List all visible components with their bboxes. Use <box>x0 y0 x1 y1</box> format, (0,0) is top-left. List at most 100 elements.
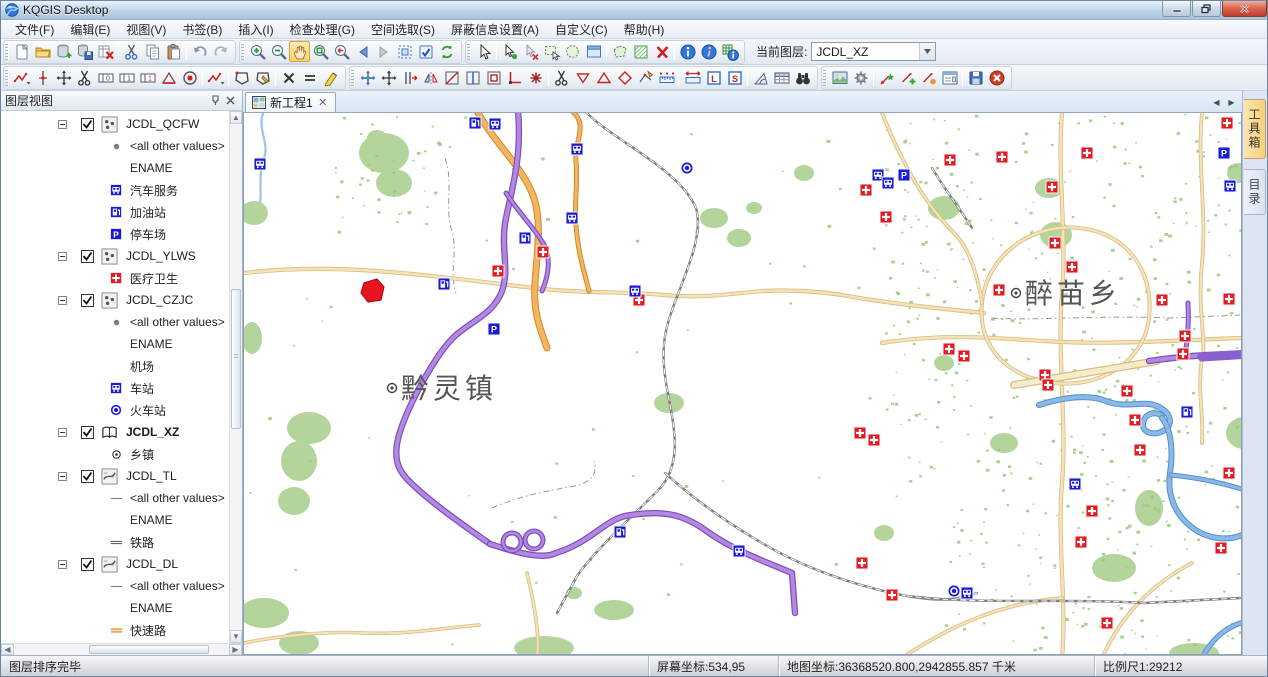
legend-item[interactable]: 汽车服务 <box>1 179 229 201</box>
toolbar-grip[interactable] <box>5 70 9 86</box>
tool-info-button[interactable] <box>677 41 698 62</box>
legend-item[interactable]: <all other values> <box>1 575 229 597</box>
tool-nav-back-button[interactable] <box>352 41 373 62</box>
tool-sketch-button[interactable] <box>11 67 32 88</box>
menu-书签B[interactable]: 书签(B) <box>174 19 230 40</box>
tool-vtx-move-button[interactable] <box>876 67 897 88</box>
tool-close-table-button[interactable] <box>95 41 116 62</box>
toolbar-grip[interactable] <box>241 44 245 60</box>
expander-icon[interactable] <box>58 252 67 261</box>
layer-row-JCDL_YLWS[interactable]: JCDL_YLWS <box>1 245 229 267</box>
tool-zoom-in-button[interactable] <box>247 41 268 62</box>
tool-vtx-add-button[interactable] <box>897 67 918 88</box>
tool-box-diag-button[interactable] <box>441 67 462 88</box>
chevron-down-icon[interactable] <box>919 43 935 60</box>
tool-zoom-full-button[interactable] <box>310 41 331 62</box>
tab-close-icon[interactable]: ✕ <box>317 96 329 109</box>
tool-vertex-pen-button[interactable] <box>635 67 656 88</box>
tool-box-s-button[interactable]: S <box>724 67 745 88</box>
tool-box-split-button[interactable] <box>462 67 483 88</box>
tool-undo-button[interactable] <box>189 41 210 62</box>
layer-visibility-checkbox[interactable] <box>81 426 94 439</box>
tool-trace-tri-button[interactable] <box>158 67 179 88</box>
legend-item[interactable]: 医疗卫生 <box>1 267 229 289</box>
menu-视图V[interactable]: 视图(V) <box>118 19 174 40</box>
tool-equals-button[interactable] <box>299 67 320 88</box>
tool-box-l-button[interactable]: L <box>703 67 724 88</box>
tool-del-x-button[interactable] <box>278 67 299 88</box>
legend-item[interactable]: 加油站 <box>1 201 229 223</box>
tool-zoom-out-button[interactable] <box>268 41 289 62</box>
tool-explode-button[interactable] <box>525 67 546 88</box>
scroll-up-icon[interactable]: ▲ <box>230 111 242 124</box>
tool-move-cross-button[interactable] <box>378 67 399 88</box>
tool-split-line-button[interactable] <box>32 67 53 88</box>
menu-帮助H[interactable]: 帮助(H) <box>616 19 673 40</box>
expander-icon[interactable] <box>58 428 67 437</box>
tool-zoom-prev-button[interactable] <box>331 41 352 62</box>
tool-nav-forward-button[interactable] <box>373 41 394 62</box>
expander-icon[interactable] <box>58 472 67 481</box>
toolbar-grip[interactable] <box>5 44 9 60</box>
close-button[interactable] <box>1222 1 1267 17</box>
tool-record-button[interactable] <box>179 67 200 88</box>
tool-pointer-button[interactable] <box>473 41 494 62</box>
tool-select-window-button[interactable] <box>583 41 604 62</box>
tool-zoom-extent-button[interactable] <box>394 41 415 62</box>
menu-屏蔽信息设置A[interactable]: 屏蔽信息设置(A) <box>443 19 547 40</box>
tool-image-button[interactable] <box>829 67 850 88</box>
side-tab-工具箱[interactable]: 工具箱 <box>1244 99 1266 159</box>
restore-button[interactable] <box>1192 1 1221 17</box>
current-layer-combobox[interactable]: JCDL_XZ <box>811 42 936 61</box>
layer-visibility-checkbox[interactable] <box>81 294 94 307</box>
tool-info-edit-button[interactable] <box>698 41 719 62</box>
minimize-button[interactable] <box>1162 1 1191 17</box>
tool-select-polygon-button[interactable] <box>609 41 630 62</box>
tool-select-point-button[interactable] <box>499 41 520 62</box>
legend-item[interactable]: <all other values> <box>1 135 229 157</box>
tool-mirror-button[interactable] <box>420 67 441 88</box>
toolbar-grip[interactable] <box>351 70 355 86</box>
tool-paste-button[interactable] <box>163 41 184 62</box>
tool-seg-0-button[interactable]: 0 <box>95 67 116 88</box>
menu-检查处理G[interactable]: 检查处理(G) <box>282 19 363 40</box>
pin-icon[interactable] <box>208 93 223 108</box>
layer-row-JCDL_TL[interactable]: JCDL_TL <box>1 465 229 487</box>
tab-map-project[interactable]: 新工程1 ✕ <box>245 92 336 112</box>
tool-db-save-button[interactable] <box>74 41 95 62</box>
expander-icon[interactable] <box>58 560 67 569</box>
tab-scroll-right-icon[interactable]: ▶ <box>1225 95 1238 109</box>
tool-tri-up-button[interactable] <box>593 67 614 88</box>
menu-空间选取S[interactable]: 空间选取(S) <box>363 19 443 40</box>
tool-copy-par-button[interactable] <box>399 67 420 88</box>
menu-文件F[interactable]: 文件(F) <box>7 19 62 40</box>
toolbar-grip[interactable] <box>823 70 827 86</box>
title-bar[interactable]: KQGIS Desktop <box>1 1 1267 20</box>
tool-sketch-button[interactable] <box>205 67 226 88</box>
tool-db-add-button[interactable] <box>53 41 74 62</box>
tool-gear-button[interactable] <box>850 67 871 88</box>
tool-open-folder-button[interactable] <box>32 41 53 62</box>
tool-new-file-button[interactable] <box>11 41 32 62</box>
layer-visibility-checkbox[interactable] <box>81 470 94 483</box>
toolbar-grip[interactable] <box>467 44 471 60</box>
tool-grid-table-button[interactable] <box>771 67 792 88</box>
tool-select-circle-button[interactable] <box>562 41 583 62</box>
tool-move-blue-button[interactable] <box>357 67 378 88</box>
close-panel-icon[interactable] <box>223 93 238 108</box>
tool-angle-l-button[interactable] <box>504 67 525 88</box>
legend-item[interactable]: 机场 <box>1 355 229 377</box>
tool-ruler-arrow-button[interactable] <box>682 67 703 88</box>
tool-select-check-button[interactable] <box>415 41 436 62</box>
legend-item[interactable]: 铁路 <box>1 531 229 553</box>
tool-cut-button[interactable] <box>121 41 142 62</box>
scroll-down-icon[interactable]: ▼ <box>230 630 242 643</box>
tool-diamond-button[interactable] <box>614 67 635 88</box>
tool-copy-button[interactable] <box>142 41 163 62</box>
legend-item[interactable]: ENAME <box>1 157 229 179</box>
tool-select-hatch-button[interactable] <box>630 41 651 62</box>
tool-stop-edit-button[interactable] <box>986 67 1007 88</box>
layer-row-JCDL_DL[interactable]: JCDL_DL <box>1 553 229 575</box>
map-canvas[interactable]: PPP 黔灵镇醉苗乡 <box>243 113 1242 655</box>
tab-scroll-left-icon[interactable]: ◀ <box>1210 95 1223 109</box>
